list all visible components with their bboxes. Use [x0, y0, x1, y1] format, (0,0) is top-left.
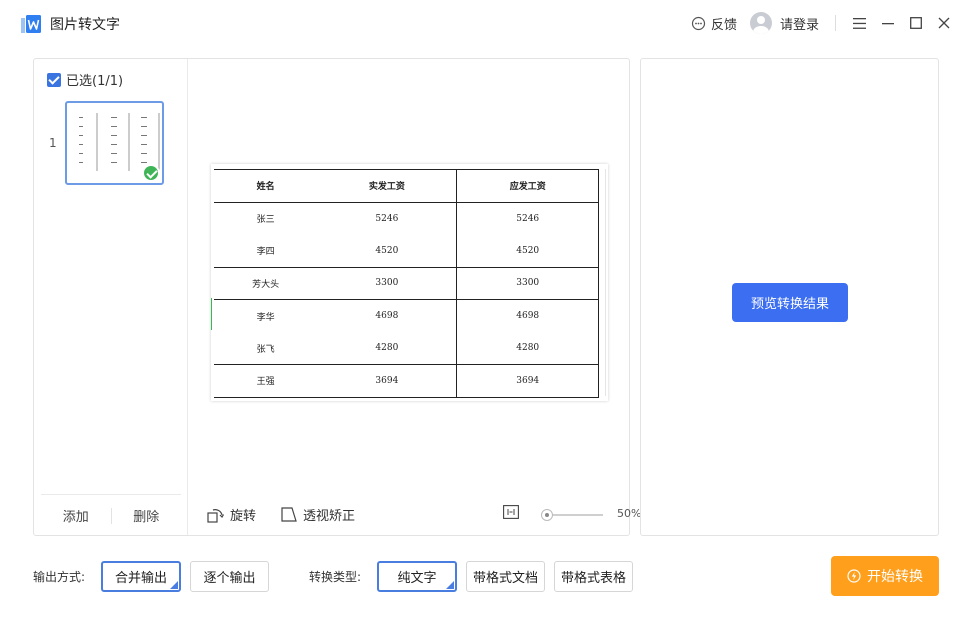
- feedback-label: 反馈: [711, 18, 738, 33]
- table-cell: 4280: [317, 332, 457, 365]
- perspective-label: 透视矫正: [303, 509, 356, 524]
- rotate-icon: [207, 508, 224, 523]
- perspective-icon: [281, 507, 297, 522]
- thumbnail-actions: 添加 删除: [41, 494, 181, 536]
- output-mode-label: 输出方式:: [33, 570, 86, 584]
- zoom-value: 50%: [617, 507, 642, 520]
- table-cell: 3694: [317, 364, 457, 398]
- fit-page-icon: [503, 505, 519, 519]
- avatar: [750, 12, 772, 34]
- perspective-correction-button[interactable]: 透视矫正: [281, 505, 355, 524]
- table-cell: 李四: [214, 234, 318, 268]
- feedback-button[interactable]: 反馈: [691, 14, 737, 33]
- table-cell: 5246: [456, 202, 599, 235]
- zoom-slider-handle[interactable]: [541, 509, 553, 521]
- table-cell: 3300: [317, 267, 457, 300]
- table-row: 张飞 4280 4280: [214, 332, 599, 365]
- page-number: 1: [49, 136, 57, 150]
- hamburger-icon: [852, 17, 866, 29]
- thumbnail-list: 已选(1/1) 1 添加 删除: [34, 59, 188, 535]
- source-panel: 已选(1/1) 1 添加 删除 姓名 实发工资 应发工资 张三 5246 524…: [33, 58, 641, 536]
- chat-bubble-icon: [691, 16, 706, 31]
- convert-formatted-table-option[interactable]: 带格式表格: [554, 561, 633, 592]
- minimize-button[interactable]: [880, 14, 896, 32]
- table-cell: 张三: [256, 215, 275, 225]
- table-cell: 3694: [456, 364, 599, 398]
- table-cell: 张飞: [214, 332, 318, 365]
- convert-formatted-doc-option[interactable]: 带格式文档: [466, 561, 545, 592]
- app-logo-icon: [21, 15, 41, 33]
- table-cell: 芳大头: [214, 267, 318, 300]
- table-row: 张三 5246 5246: [214, 202, 599, 235]
- result-panel: 预览转换结果: [640, 58, 939, 536]
- titlebar-divider: [835, 15, 836, 31]
- preview-result-button[interactable]: 预览转换结果: [732, 283, 848, 322]
- selected-check-icon: [142, 164, 160, 182]
- select-all-checkbox[interactable]: 已选(1/1): [47, 70, 123, 89]
- app-title: 图片转文字: [50, 17, 120, 33]
- close-icon: [938, 17, 950, 29]
- title-bar: 图片转文字 反馈 请登录: [0, 0, 966, 48]
- maximize-button[interactable]: [908, 14, 924, 32]
- table-row: 王强 3694 3694: [214, 364, 599, 398]
- checkbox-checked-icon: [47, 72, 61, 87]
- table-row: 芳大头 3300 3300: [214, 267, 599, 300]
- maximize-icon: [910, 17, 922, 29]
- output-separate-option[interactable]: 逐个输出: [190, 561, 269, 592]
- table-row: 李四 4520 4520: [214, 234, 599, 268]
- table-cell: 李华: [256, 312, 275, 323]
- convert-plain-text-option[interactable]: 纯文字: [377, 561, 457, 592]
- table-cell: 王强: [214, 364, 318, 398]
- preview-marker: [211, 298, 212, 330]
- rotate-label: 旋转: [230, 509, 257, 524]
- table-cell: 4698: [375, 311, 399, 321]
- preview-table: 姓名 实发工资 应发工资 张三 5246 5246 李四 4520 4520 芳…: [214, 169, 599, 398]
- preview-edge-line: [605, 169, 606, 396]
- preview-toolbar: 旋转 透视矫正 50%: [207, 499, 641, 529]
- table-cell: 4520: [317, 234, 457, 268]
- table-cell: 4280: [456, 332, 599, 365]
- menu-button[interactable]: [851, 14, 867, 32]
- add-button[interactable]: 添加: [41, 506, 111, 525]
- table-header-cell: 姓名: [214, 169, 318, 203]
- delete-button[interactable]: 删除: [112, 506, 182, 525]
- table-row: 李华 4698 4698: [214, 299, 599, 332]
- table-header-row: 姓名 实发工资 应发工资: [214, 169, 599, 203]
- table-cell: 5246: [375, 213, 399, 224]
- table-cell: 3300: [456, 267, 599, 300]
- table-cell: 4698: [456, 299, 599, 332]
- bolt-circle-icon: [847, 569, 861, 583]
- table-cell: 4520: [456, 234, 599, 268]
- close-button[interactable]: [936, 14, 952, 32]
- fit-page-button[interactable]: [503, 505, 519, 519]
- rotate-button[interactable]: 旋转: [207, 505, 256, 524]
- table-header-cell: 应发工资: [456, 169, 599, 203]
- table-header-cell: 实发工资: [317, 169, 457, 203]
- start-convert-label: 开始转换: [867, 569, 923, 585]
- select-all-label: 已选(1/1): [66, 74, 124, 89]
- minimize-icon: [882, 23, 894, 25]
- login-button[interactable]: 请登录: [750, 12, 819, 34]
- start-convert-button[interactable]: 开始转换: [831, 556, 939, 596]
- image-preview: 姓名 实发工资 应发工资 张三 5246 5246 李四 4520 4520 芳…: [211, 164, 608, 401]
- login-label: 请登录: [780, 17, 820, 33]
- output-merge-option[interactable]: 合并输出: [101, 561, 181, 592]
- convert-type-label: 转换类型:: [309, 570, 362, 584]
